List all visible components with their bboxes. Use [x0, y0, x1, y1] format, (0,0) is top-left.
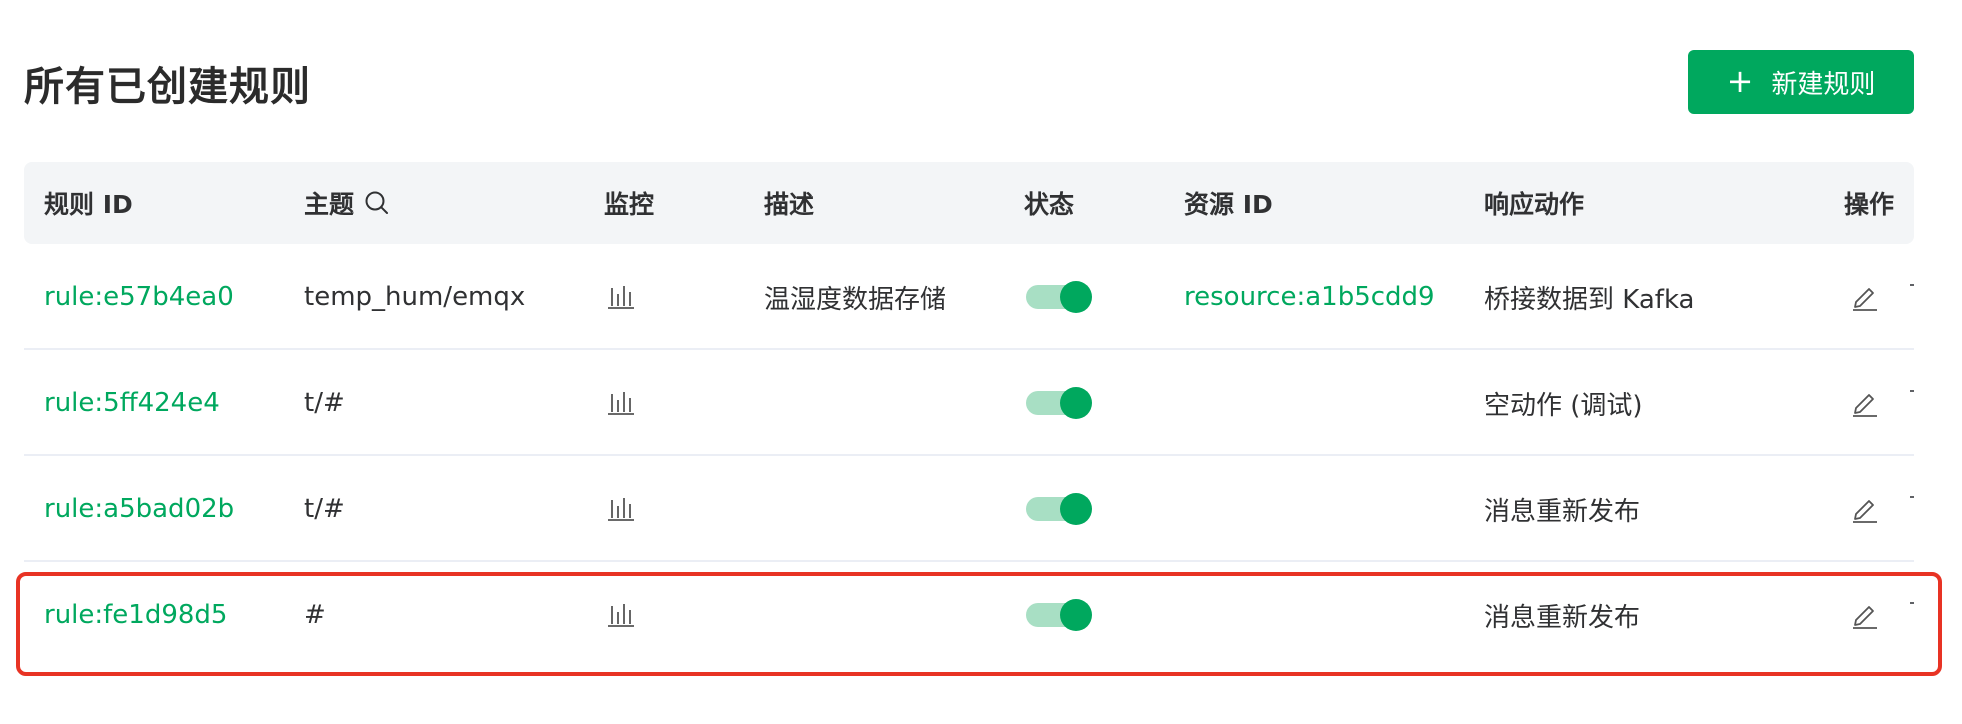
plus-icon: + — [1726, 62, 1754, 100]
rule-id-link[interactable]: rule:a5bad02b — [44, 456, 234, 562]
rules-page: 所有已创建规则 + 新建规则 规则 ID 主题 监控 描述 状态 资源 ID 响… — [0, 0, 1962, 724]
column-header-status: 状态 — [1024, 162, 1074, 244]
column-label: 规则 ID — [44, 190, 133, 219]
status-toggle[interactable] — [1026, 387, 1092, 419]
column-header-resource-id: 资源 ID — [1184, 162, 1273, 244]
rule-id-link[interactable]: rule:5ff424e4 — [44, 350, 220, 456]
bar-chart-icon[interactable] — [606, 600, 636, 630]
column-label: 资源 ID — [1184, 190, 1273, 219]
column-label: 主题 — [304, 190, 355, 219]
new-rule-button[interactable]: + 新建规则 — [1688, 50, 1914, 114]
toggle-knob — [1060, 599, 1092, 631]
table-row: rule:e57b4ea0 temp_hum/emqx 温湿度数据存储 reso… — [24, 244, 1914, 350]
toggle-knob — [1060, 281, 1092, 313]
edit-icon[interactable] — [1850, 600, 1880, 630]
status-toggle[interactable] — [1026, 493, 1092, 525]
action-cell: 消息重新发布 — [1484, 602, 1641, 633]
more-actions-icon[interactable] — [1910, 602, 1914, 604]
rule-id-link[interactable]: rule:e57b4ea0 — [44, 244, 234, 350]
bar-chart-icon[interactable] — [606, 282, 636, 312]
edit-icon[interactable] — [1850, 282, 1880, 312]
more-actions-icon[interactable] — [1910, 390, 1914, 392]
topic-cell: t/# — [304, 388, 345, 418]
bar-chart-icon[interactable] — [606, 388, 636, 418]
column-label: 响应动作 — [1484, 190, 1585, 219]
topic-cell: temp_hum/emqx — [304, 282, 526, 312]
column-label: 监控 — [604, 190, 655, 219]
action-cell: 桥接数据到 Kafka — [1484, 284, 1695, 315]
action-cell: 空动作 (调试) — [1484, 390, 1643, 421]
column-header-topic: 主题 — [304, 162, 390, 244]
edit-icon[interactable] — [1850, 388, 1880, 418]
column-header-monitor: 监控 — [604, 162, 654, 244]
more-actions-icon[interactable] — [1910, 496, 1914, 498]
new-rule-button-label: 新建规则 — [1771, 69, 1876, 100]
action-cell: 消息重新发布 — [1484, 496, 1641, 527]
status-toggle[interactable] — [1026, 281, 1092, 313]
rules-table: 规则 ID 主题 监控 描述 状态 资源 ID 响应动作 操作 rule:e57… — [24, 162, 1914, 668]
column-label: 状态 — [1024, 190, 1075, 219]
topic-cell: t/# — [304, 494, 345, 524]
column-header-action: 响应动作 — [1484, 162, 1584, 244]
page-title: 所有已创建规则 — [24, 64, 311, 110]
column-header-operation: 操作 — [1844, 162, 1894, 244]
toggle-knob — [1060, 387, 1092, 419]
more-actions-icon[interactable] — [1910, 284, 1914, 286]
table-row: rule:5ff424e4 t/# 空动作 (调试) — [24, 350, 1914, 456]
table-body: rule:e57b4ea0 temp_hum/emqx 温湿度数据存储 reso… — [24, 244, 1914, 668]
column-label: 描述 — [764, 190, 815, 219]
rule-id-link[interactable]: rule:fe1d98d5 — [44, 562, 227, 668]
edit-icon[interactable] — [1850, 494, 1880, 524]
table-row: rule:a5bad02b t/# 消息重新发布 — [24, 456, 1914, 562]
status-toggle[interactable] — [1026, 599, 1092, 631]
table-header: 规则 ID 主题 监控 描述 状态 资源 ID 响应动作 操作 — [24, 162, 1914, 244]
resource-id-link[interactable]: resource:a1b5cdd9 — [1184, 244, 1435, 350]
bar-chart-icon[interactable] — [606, 494, 636, 524]
table-row: rule:fe1d98d5 # 消息重新发布 — [24, 562, 1914, 668]
column-header-rule-id: 规则 ID — [44, 162, 133, 244]
column-header-description: 描述 — [764, 162, 814, 244]
search-icon[interactable] — [364, 190, 390, 216]
description-cell: 温湿度数据存储 — [764, 284, 947, 315]
column-label: 操作 — [1844, 190, 1895, 219]
toggle-knob — [1060, 493, 1092, 525]
topic-cell: # — [304, 600, 326, 630]
